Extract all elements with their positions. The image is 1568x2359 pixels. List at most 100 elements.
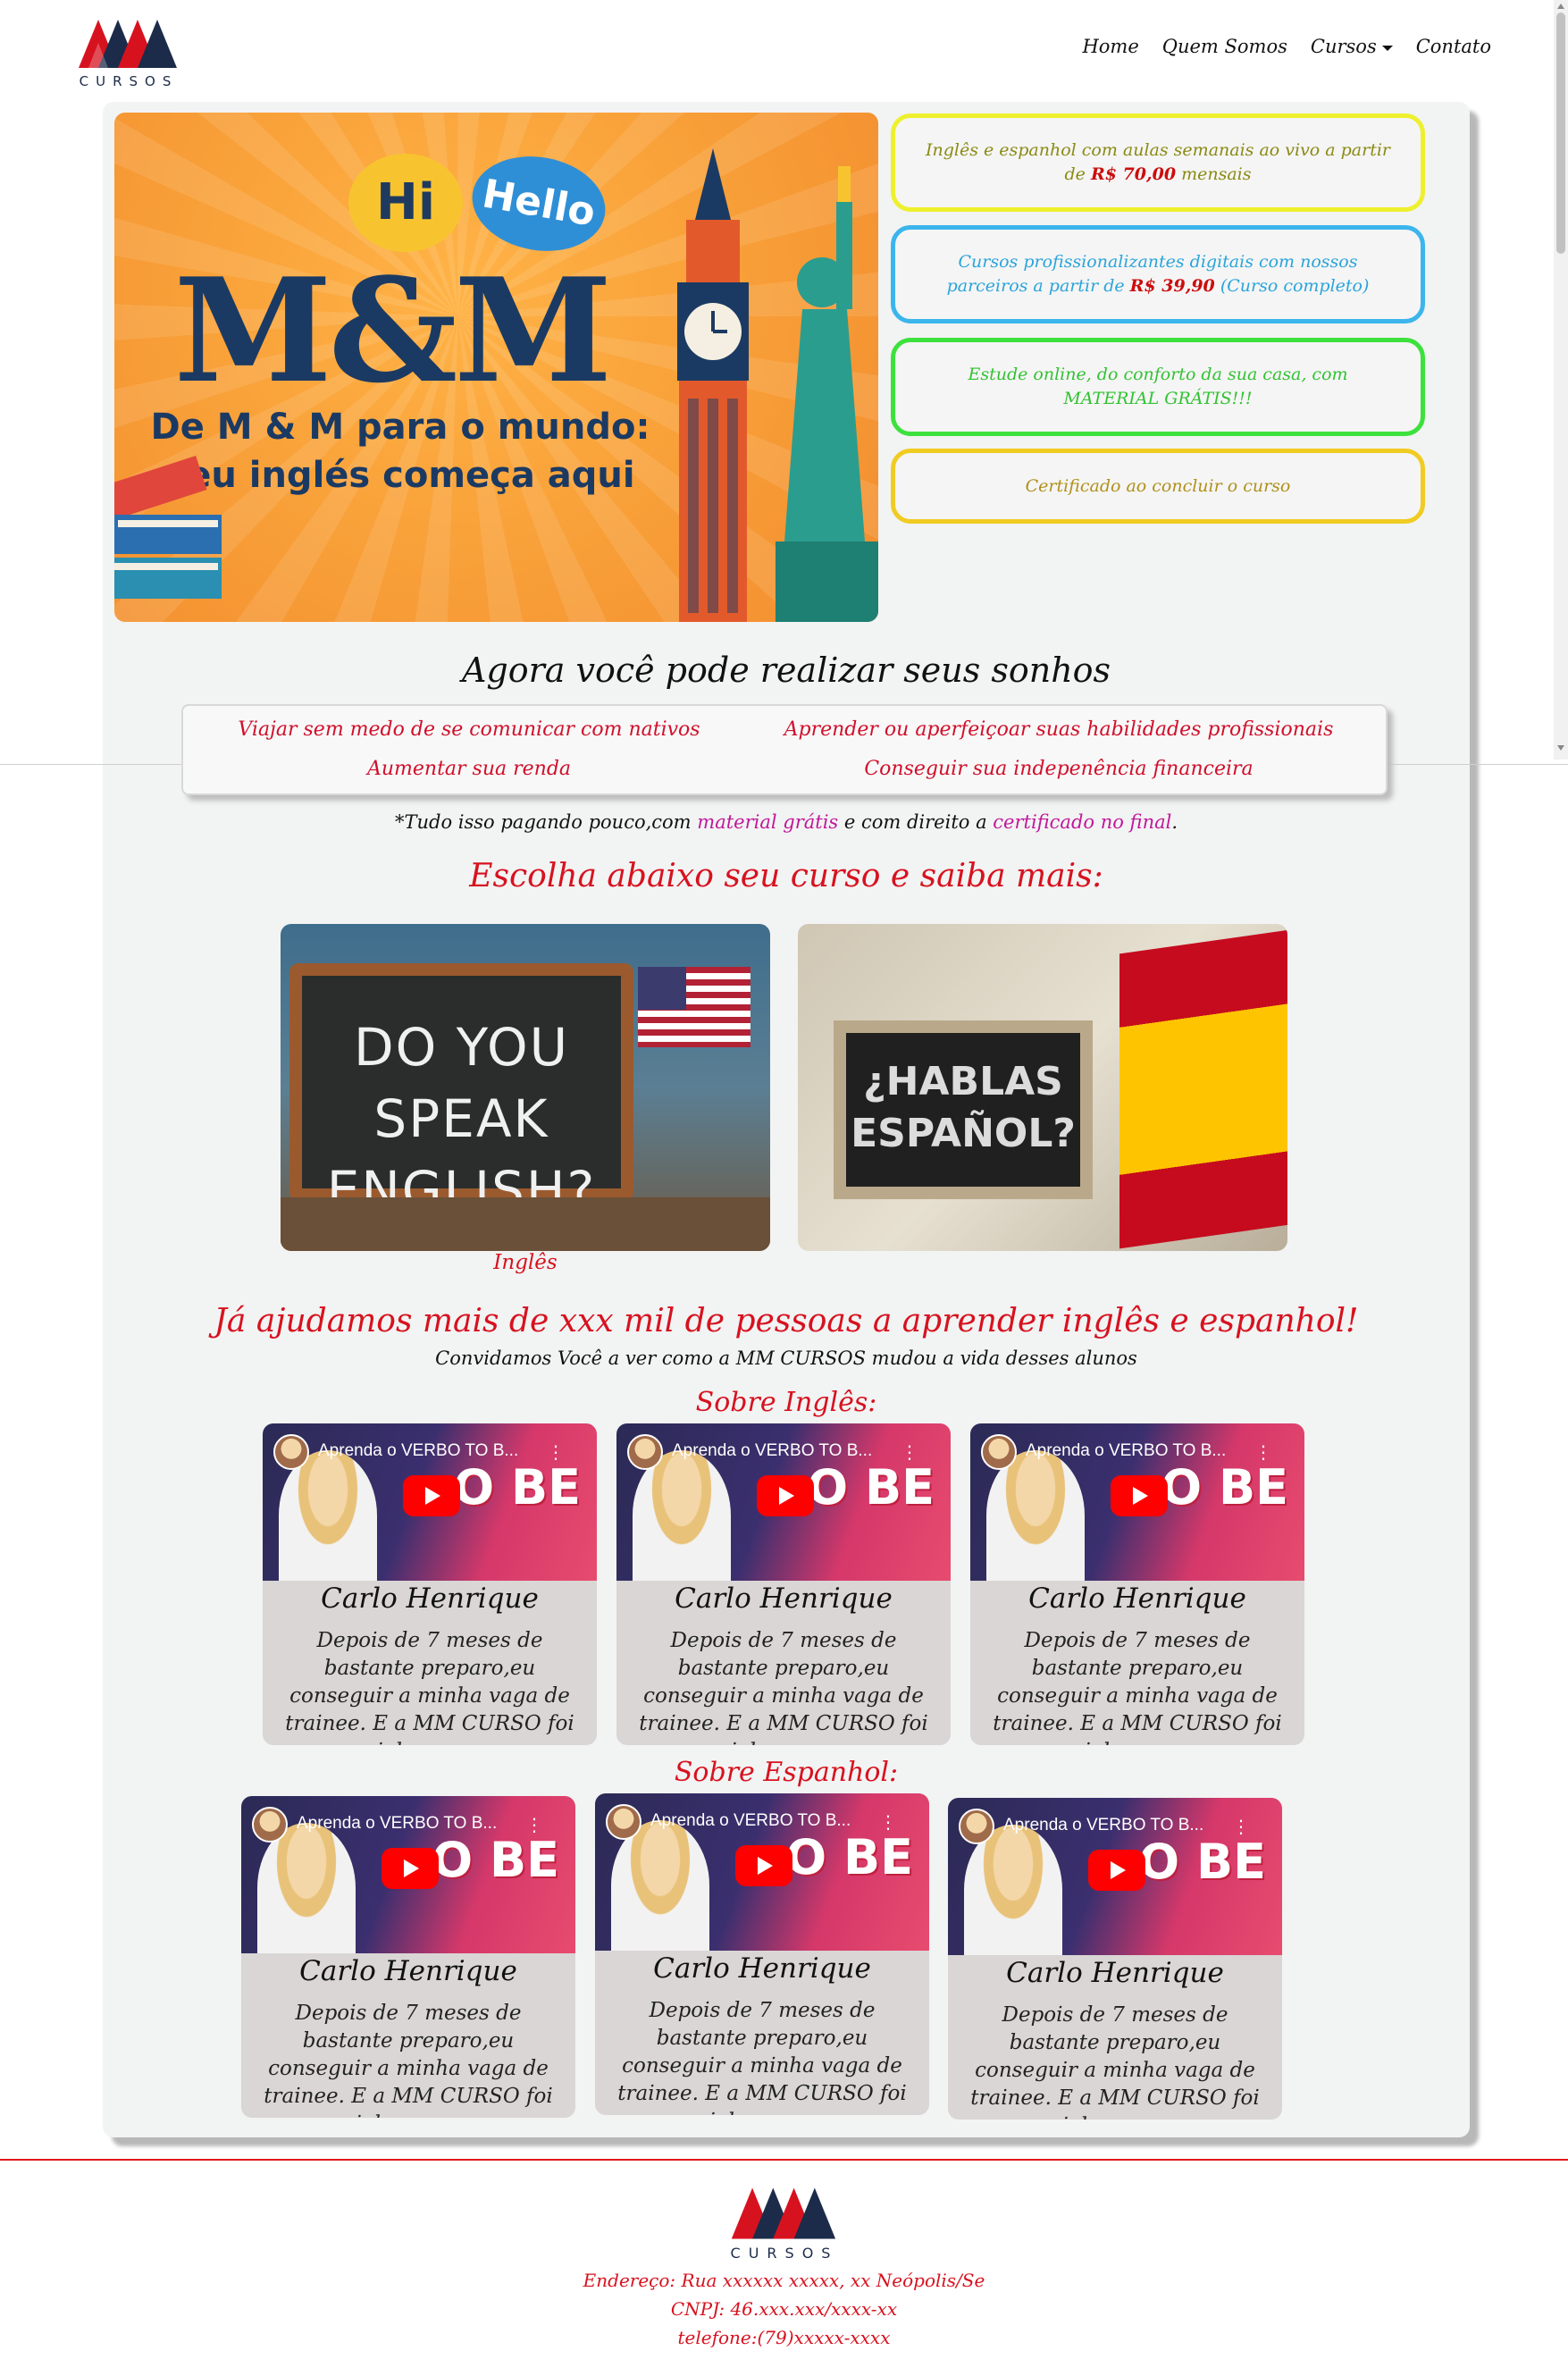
testimonial-card: Aprenda o VERBO TO B... ⋮ O BE Carlo Hen… [970,1423,1304,1745]
dream-item: Aumentar sua renda [366,758,572,780]
video-player[interactable]: Aprenda o VERBO TO B... ⋮ O BE [948,1798,1282,1955]
channel-avatar[interactable] [981,1434,1017,1470]
video-title[interactable]: Aprenda o VERBO TO B... [318,1441,518,1461]
video-presenter [257,1823,356,1953]
video-title[interactable]: Aprenda o VERBO TO B... [1003,1816,1203,1835]
nav-courses-label: Cursos [1310,36,1377,57]
logo-text: CURSOS [730,2245,839,2262]
channel-avatar[interactable] [959,1809,994,1844]
video-player[interactable]: Aprenda o VERBO TO B... ⋮ O BE [595,1793,929,1951]
spanish-chalkboard: ¿HABLAS ESPAÑOL? [834,1020,1093,1199]
testimonials-title: Já ajudamos mais de xxx mil de pessoas a… [214,1303,1359,1339]
channel-avatar[interactable] [273,1434,309,1470]
desk [281,1197,770,1251]
scrollbar[interactable] [1554,0,1568,760]
english-chalkboard: DO YOU SPEAK ENGLISH? [289,963,633,1221]
feature-2-price: R$ 39,90 [1129,276,1215,296]
student-name: Carlo Henrique [675,1582,893,1615]
testimonial-card: Aprenda o VERBO TO B... ⋮ O BE Carlo Hen… [948,1798,1282,2120]
channel-avatar[interactable] [252,1807,288,1843]
video-overlay-text: O BE [1138,1834,1266,1890]
video-title[interactable]: Aprenda o VERBO TO B... [650,1811,851,1831]
note-certificate: certificado no final [993,811,1172,833]
footer-divider [0,2159,1568,2161]
video-presenter [611,1820,709,1951]
nav-about[interactable]: Quem Somos [1162,36,1287,57]
logo-text: CURSOS [79,73,179,89]
scrollbar-thumb[interactable] [1556,13,1565,254]
channel-avatar[interactable] [606,1804,641,1840]
student-name: Carlo Henrique [321,1582,539,1615]
testimonial-text: Depois de 7 meses de bastante preparo,eu… [617,1999,907,2115]
testimonial-text: Depois de 7 meses de bastante preparo,eu… [993,1629,1282,1745]
student-name: Carlo Henrique [653,1952,871,1985]
footer-phone: telefone:(79)xxxxx-xxxx [677,2327,891,2348]
note-part1: *Tudo isso pagando pouco,com [394,811,692,833]
video-title[interactable]: Aprenda o VERBO TO B... [297,1814,497,1834]
footer-address: Endereço: Rua xxxxxx xxxxx, xx Neópolis/… [583,2270,985,2291]
video-title[interactable]: Aprenda o VERBO TO B... [1026,1441,1226,1461]
testimonial-card: Aprenda o VERBO TO B... ⋮ O BE Carlo Hen… [595,1793,929,2115]
testimonial-card: Aprenda o VERBO TO B... ⋮ O BE Carlo Hen… [616,1423,951,1745]
note-part3: . [1171,811,1178,833]
channel-avatar[interactable] [627,1434,663,1470]
hi-speech-bubble: Hi [348,154,463,252]
hero-title: M&M [173,247,613,415]
video-player[interactable]: Aprenda o VERBO TO B... ⋮ O BE [970,1423,1304,1581]
spanish-course-card[interactable]: ¿HABLAS ESPAÑOL? [798,924,1287,1251]
video-presenter [633,1450,731,1581]
feature-live-classes: Inglês e espanhol com aulas semanais ao … [891,113,1425,212]
dream-item: Viajar sem medo de se comunicar com nati… [238,718,700,741]
play-button-icon[interactable] [382,1848,439,1889]
play-button-icon[interactable] [1111,1475,1168,1516]
dream-item: Conseguir sua indepenência financeira [864,758,1254,780]
video-overlay-text: O BE [785,1829,913,1885]
english-course-card[interactable]: DO YOU SPEAK ENGLISH? [281,924,770,1251]
spain-flag-icon [1119,929,1287,1249]
logo-mark-icon [731,2187,836,2239]
english-testimonials-title: Sobre Inglês: [695,1387,877,1418]
video-player[interactable]: Aprenda o VERBO TO B... ⋮ O BE [241,1796,575,1953]
hero-subtitle: De M & M para o mundo: seu inglés começa… [150,403,650,500]
dreams-title: Agora você pode realizar seus sonhos [461,651,1111,690]
footer-logo[interactable]: CURSOS [724,2180,845,2270]
play-button-icon[interactable] [735,1845,792,1886]
feature-free-material: Estude online, do conforto da sua casa, … [891,338,1425,436]
feature-digital-courses: Cursos profissionalizantes digitais com … [891,225,1425,323]
feature-1-post: mensais [1181,164,1252,184]
video-presenter [986,1450,1085,1581]
logo-mark-icon [79,20,177,68]
video-title[interactable]: Aprenda o VERBO TO B... [672,1441,872,1461]
dreams-box: Viajar sem medo de se comunicar com nati… [181,704,1388,795]
student-name: Carlo Henrique [299,1955,517,1987]
choose-course-title: Escolha abaixo seu curso e saiba mais: [469,858,1103,894]
video-overlay-text: O BE [807,1459,935,1515]
play-button-icon[interactable] [757,1475,814,1516]
site-header: CURSOS Home Quem Somos Cursos Contato [0,0,1568,98]
caret-down-icon [1381,45,1393,51]
scroll-down-arrow-icon[interactable] [1557,745,1564,751]
nav-contact[interactable]: Contato [1416,36,1491,57]
student-name: Carlo Henrique [1006,1957,1224,1989]
video-player[interactable]: Aprenda o VERBO TO B... ⋮ O BE [616,1423,951,1581]
scroll-up-arrow-icon[interactable] [1557,4,1564,9]
hero-subtitle-line2: seu inglés começa aqui [165,455,635,496]
spanish-testimonials-title: Sobre Espanhol: [674,1757,899,1788]
play-button-icon[interactable] [403,1475,460,1516]
us-flag-icon [638,967,750,1047]
dream-item: Aprender ou aperfeiçoar suas habilidades… [784,718,1334,741]
note-part2: e com direito a [843,811,987,833]
statue-of-liberty-icon [776,166,878,622]
footer-cnpj: CNPJ: 46.xxx.xxx/xxxx-xx [670,2298,898,2320]
brand-logo[interactable]: CURSOS [79,13,179,93]
feature-2-post: (Curso completo) [1220,276,1370,296]
big-ben-icon [677,148,749,622]
nav-home[interactable]: Home [1082,36,1138,57]
nav-courses-dropdown[interactable]: Cursos [1311,36,1393,57]
video-player[interactable]: Aprenda o VERBO TO B... ⋮ O BE [263,1423,597,1581]
hero-banner: Hi Hello M&M De M & M para o mundo: seu … [114,113,878,622]
feature-3-text: Estude online, do conforto da sua casa, … [968,365,1348,408]
play-button-icon[interactable] [1088,1850,1145,1891]
testimonial-text: Depois de 7 meses de bastante preparo,eu… [970,2003,1260,2120]
english-course-label[interactable]: Inglês [281,1251,770,1274]
